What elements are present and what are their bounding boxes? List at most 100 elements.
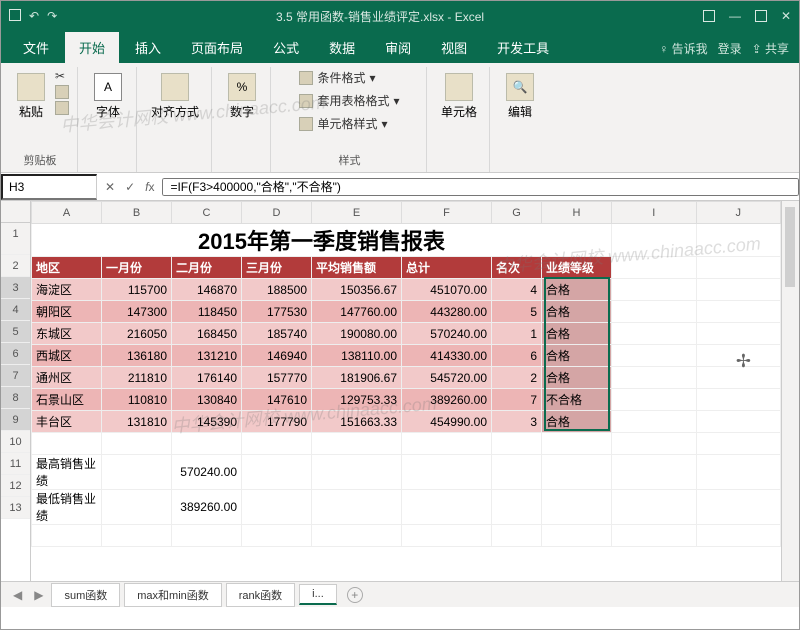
cell[interactable]: 131810 <box>102 411 172 433</box>
cell[interactable]: 118450 <box>172 301 242 323</box>
fx-icon[interactable]: fx <box>145 180 154 194</box>
cell[interactable]: 150356.67 <box>312 279 402 301</box>
cell[interactable]: 147760.00 <box>312 301 402 323</box>
sheet-tab[interactable]: sum函数 <box>51 583 120 607</box>
table-format-button[interactable]: 套用表格格式 ▾ <box>299 92 399 109</box>
tab-review[interactable]: 审阅 <box>371 32 425 63</box>
cell[interactable]: 7 <box>492 389 542 411</box>
tab-formulas[interactable]: 公式 <box>259 32 313 63</box>
cell[interactable]: 176140 <box>172 367 242 389</box>
tab-insert[interactable]: 插入 <box>121 32 175 63</box>
cell[interactable]: 西城区 <box>32 345 102 367</box>
cell[interactable]: 454990.00 <box>402 411 492 433</box>
row-head[interactable]: 7 <box>1 365 30 387</box>
select-all-corner[interactable] <box>1 201 30 223</box>
row-head[interactable]: 10 <box>1 431 30 453</box>
cell[interactable]: 146940 <box>242 345 312 367</box>
cond-format-button[interactable]: 条件格式 ▾ <box>299 69 399 86</box>
vertical-scrollbar[interactable] <box>781 201 799 581</box>
cell[interactable]: 3 <box>492 411 542 433</box>
cell[interactable]: 130840 <box>172 389 242 411</box>
cell[interactable]: 181906.67 <box>312 367 402 389</box>
row-head[interactable]: 3 <box>1 277 30 299</box>
cell[interactable]: 168450 <box>172 323 242 345</box>
cell[interactable]: 147610 <box>242 389 312 411</box>
cell[interactable]: 145390 <box>172 411 242 433</box>
tab-nav-next-icon[interactable]: ▶ <box>30 588 47 602</box>
cell[interactable]: 115700 <box>102 279 172 301</box>
row-head[interactable]: 2 <box>1 255 30 277</box>
cell[interactable]: 2 <box>492 367 542 389</box>
cell[interactable]: 丰台区 <box>32 411 102 433</box>
tab-file[interactable]: 文件 <box>9 32 63 63</box>
scroll-thumb[interactable] <box>785 207 795 287</box>
grid[interactable]: ABCDEFGHIJ 2015年第一季度销售报表 地区一月份二月份三月份平均销售… <box>31 201 781 581</box>
cut-button[interactable]: ✂ <box>55 69 69 83</box>
cell-grade[interactable]: 合格 <box>542 279 612 301</box>
cell-grade[interactable]: 不合格 <box>542 389 612 411</box>
cell[interactable]: 151663.33 <box>312 411 402 433</box>
tab-developer[interactable]: 开发工具 <box>483 32 563 63</box>
cell[interactable]: 185740 <box>242 323 312 345</box>
tab-data[interactable]: 数据 <box>315 32 369 63</box>
number-button[interactable]: %数字 <box>222 69 262 124</box>
minimize-icon[interactable]: — <box>729 9 741 23</box>
editing-button[interactable]: 🔍编辑 <box>500 69 540 124</box>
row-head[interactable]: 8 <box>1 387 30 409</box>
cell-grade[interactable]: 合格 <box>542 301 612 323</box>
cell[interactable]: 216050 <box>102 323 172 345</box>
cell[interactable]: 129753.33 <box>312 389 402 411</box>
cell[interactable]: 211810 <box>102 367 172 389</box>
cell[interactable]: 443280.00 <box>402 301 492 323</box>
signin[interactable]: 登录 <box>718 40 742 57</box>
cell[interactable]: 451070.00 <box>402 279 492 301</box>
cell[interactable]: 石景山区 <box>32 389 102 411</box>
cell[interactable]: 177530 <box>242 301 312 323</box>
maximize-icon[interactable] <box>755 10 767 22</box>
close-icon[interactable]: ✕ <box>781 9 791 23</box>
sheet-tab[interactable]: max和min函数 <box>124 583 222 607</box>
sheet-tab[interactable]: rank函数 <box>226 583 295 607</box>
cancel-icon[interactable]: ✕ <box>105 180 115 194</box>
row-head[interactable]: 5 <box>1 321 30 343</box>
cell[interactable]: 147300 <box>102 301 172 323</box>
cell-style-button[interactable]: 单元格样式 ▾ <box>299 115 399 132</box>
cell-grade[interactable]: 合格 <box>542 367 612 389</box>
sheet-title[interactable]: 2015年第一季度销售报表 <box>32 224 612 257</box>
cell[interactable]: 570240.00 <box>402 323 492 345</box>
font-button[interactable]: A字体 <box>88 69 128 124</box>
cell[interactable]: 5 <box>492 301 542 323</box>
sheet-tab[interactable]: i... <box>299 584 337 605</box>
cell[interactable]: 朝阳区 <box>32 301 102 323</box>
row-head[interactable]: 6 <box>1 343 30 365</box>
cell[interactable]: 1 <box>492 323 542 345</box>
cell[interactable]: 东城区 <box>32 323 102 345</box>
enter-icon[interactable]: ✓ <box>125 180 135 194</box>
cell[interactable]: 545720.00 <box>402 367 492 389</box>
cell[interactable]: 138110.00 <box>312 345 402 367</box>
copy-button[interactable] <box>55 85 69 99</box>
tab-nav-prev-icon[interactable]: ◀ <box>9 588 26 602</box>
cell[interactable]: 188500 <box>242 279 312 301</box>
cell[interactable]: 通州区 <box>32 367 102 389</box>
formula-input[interactable] <box>162 178 799 196</box>
paste-button[interactable]: 粘贴 <box>11 69 51 124</box>
undo-icon[interactable]: ↶ <box>29 9 39 23</box>
row-head[interactable]: 4 <box>1 299 30 321</box>
cell[interactable]: 177790 <box>242 411 312 433</box>
row-head[interactable]: 9 <box>1 409 30 431</box>
row-head[interactable]: 1 <box>1 223 30 255</box>
cell-grade[interactable]: 合格 <box>542 345 612 367</box>
cell[interactable]: 海淀区 <box>32 279 102 301</box>
row-head[interactable]: 11 <box>1 453 30 475</box>
redo-icon[interactable]: ↷ <box>47 9 57 23</box>
row-head[interactable]: 13 <box>1 497 30 519</box>
cell[interactable]: 146870 <box>172 279 242 301</box>
tell-me[interactable]: ♀ 告诉我 <box>659 40 707 57</box>
cell[interactable]: 414330.00 <box>402 345 492 367</box>
ribbon-options-icon[interactable] <box>703 10 715 22</box>
cell[interactable]: 190080.00 <box>312 323 402 345</box>
tab-pagelayout[interactable]: 页面布局 <box>177 32 257 63</box>
cell[interactable]: 4 <box>492 279 542 301</box>
cell-grade[interactable]: 合格 <box>542 411 612 433</box>
